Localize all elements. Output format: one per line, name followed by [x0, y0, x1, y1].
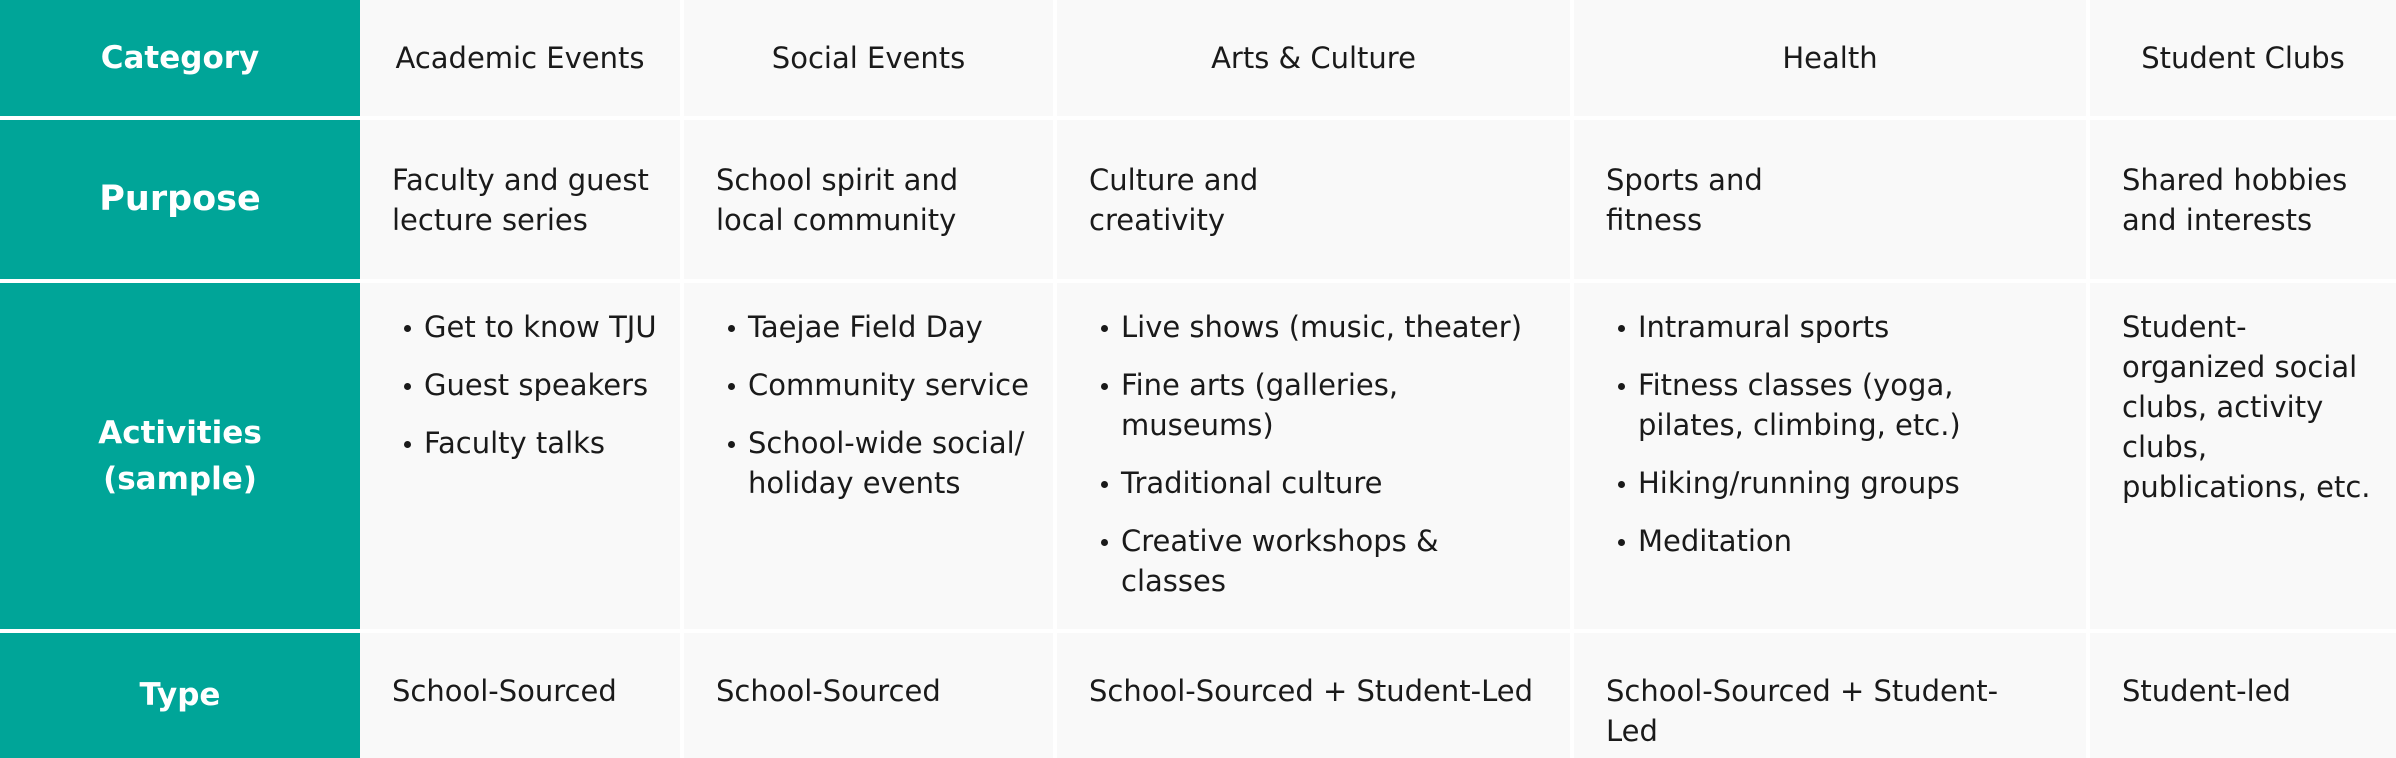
type-text: School-Sourced: [716, 674, 941, 708]
category-academic-events: Academic Events: [360, 0, 680, 120]
list-item: School-wide social/ holiday events: [728, 423, 1033, 503]
activities-list: Intramural sports Fitness classes (yoga,…: [1606, 307, 2026, 561]
purpose-text: Shared hobbies and interests: [2122, 163, 2348, 237]
type-academic-events: School-Sourced: [360, 633, 680, 758]
list-item: Get to know TJU: [404, 307, 660, 347]
row-header-purpose: Purpose: [0, 120, 360, 283]
purpose-academic-events: Faculty and guest lecture series: [360, 120, 680, 283]
list-item: Taejae Field Day: [728, 307, 1033, 347]
purpose-student-clubs: Shared hobbies and interests: [2086, 120, 2396, 283]
purpose-social-events: School spirit and local community: [680, 120, 1053, 283]
list-item: Faculty talks: [404, 423, 660, 463]
purpose-text: Faculty and guest lecture series: [392, 163, 649, 237]
purpose-text: Sports and fitness: [1606, 163, 1763, 237]
purpose-text: Culture and creativity: [1089, 163, 1259, 237]
activities-health: Intramural sports Fitness classes (yoga,…: [1570, 283, 2086, 633]
type-student-clubs: Student-led: [2086, 633, 2396, 758]
list-item: Live shows (music, theater): [1101, 307, 1550, 347]
type-health: School-Sourced + Student-Led: [1570, 633, 2086, 758]
purpose-health: Sports and fitness: [1570, 120, 2086, 283]
activities-list: Taejae Field Day Community service Schoo…: [716, 307, 1033, 503]
list-item: Community service: [728, 365, 1033, 405]
type-text: School-Sourced + Student-Led: [1089, 674, 1534, 708]
list-item: Fine arts (galleries, museums): [1101, 365, 1550, 445]
list-item: Traditional culture: [1101, 463, 1550, 503]
purpose-text: School spirit and local community: [716, 163, 959, 237]
category-social-events: Social Events: [680, 0, 1053, 120]
category-health: Health: [1570, 0, 2086, 120]
list-item: Guest speakers: [404, 365, 660, 405]
type-text: School-Sourced + Student-Led: [1606, 674, 1999, 748]
category-student-clubs: Student Clubs: [2086, 0, 2396, 120]
purpose-arts-culture: Culture and creativity: [1053, 120, 1570, 283]
row-header-activities: Activities (sample): [0, 283, 360, 633]
type-arts-culture: School-Sourced + Student-Led: [1053, 633, 1570, 758]
type-text: School-Sourced: [392, 674, 617, 708]
list-item: Intramural sports: [1618, 307, 2026, 347]
activities-academic-events: Get to know TJU Guest speakers Faculty t…: [360, 283, 680, 633]
activities-student-clubs: Student-organized social clubs, activity…: [2086, 283, 2396, 633]
activities-text: Student-organized social clubs, activity…: [2122, 310, 2371, 504]
event-category-table: Category Academic Events Social Events A…: [0, 0, 2396, 758]
list-item: Hiking/running groups: [1618, 463, 2026, 503]
list-item: Creative workshops & classes: [1101, 521, 1550, 601]
type-text: Student-led: [2122, 674, 2291, 708]
activities-arts-culture: Live shows (music, theater) Fine arts (g…: [1053, 283, 1570, 633]
activities-list: Get to know TJU Guest speakers Faculty t…: [392, 307, 660, 463]
category-arts-culture: Arts & Culture: [1053, 0, 1570, 120]
row-header-type: Type: [0, 633, 360, 758]
activities-list: Live shows (music, theater) Fine arts (g…: [1089, 307, 1550, 601]
activities-social-events: Taejae Field Day Community service Schoo…: [680, 283, 1053, 633]
list-item: Fitness classes (yoga, pilates, climbing…: [1618, 365, 2026, 445]
row-header-category: Category: [0, 0, 360, 120]
list-item: Meditation: [1618, 521, 2026, 561]
type-social-events: School-Sourced: [680, 633, 1053, 758]
